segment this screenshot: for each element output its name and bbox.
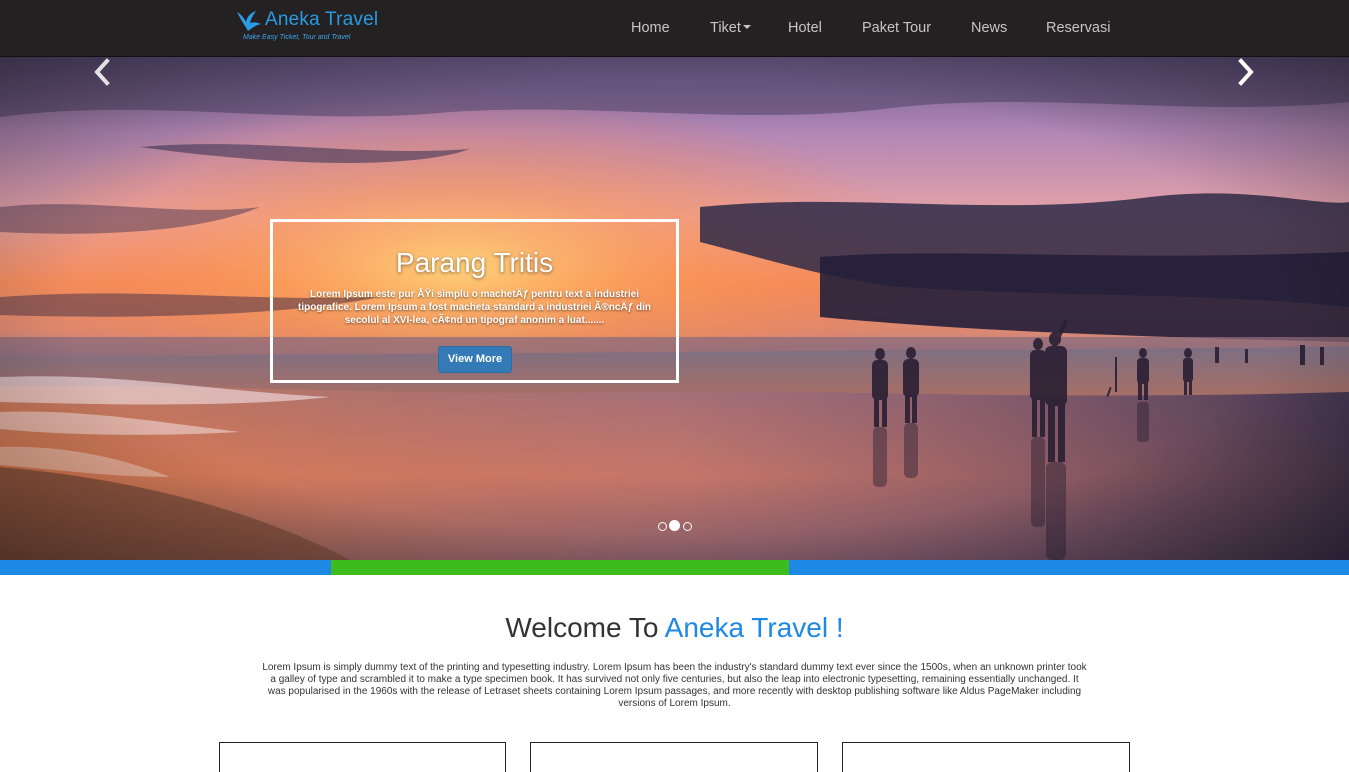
- brand-logo[interactable]: Aneka Travel Make Easy Ticket, Tour and …: [236, 9, 386, 47]
- welcome-heading: Welcome To Aneka Travel !: [0, 612, 1349, 644]
- feature-card: [219, 742, 506, 772]
- nav-news[interactable]: News: [971, 20, 1007, 36]
- stripe-segment: [789, 560, 1349, 575]
- nav-reservasi-label: Reservasi: [1046, 20, 1111, 36]
- nav-home[interactable]: Home: [631, 20, 670, 36]
- slide-caption: Parang Tritis Lorem Ipsum este pur ÅŸi s…: [270, 219, 679, 383]
- nav-home-label: Home: [631, 20, 670, 36]
- nav-hotel-label: Hotel: [788, 20, 822, 36]
- nav-tiket[interactable]: Tiket: [710, 20, 751, 36]
- stripe-segment: [0, 560, 331, 575]
- chevron-left-icon[interactable]: [88, 57, 118, 87]
- nav-tiket-label: Tiket: [710, 20, 741, 36]
- feature-card: [530, 742, 818, 772]
- caret-down-icon: [742, 25, 751, 30]
- top-navbar: Aneka Travel Make Easy Ticket, Tour and …: [0, 0, 1349, 57]
- chevron-right-icon[interactable]: [1230, 57, 1260, 87]
- welcome-text: Lorem Ipsum is simply dummy text of the …: [262, 662, 1087, 709]
- slide-text: Lorem Ipsum este pur ÅŸi simplu o machet…: [298, 289, 651, 326]
- feature-card: [842, 742, 1130, 772]
- brand-tagline: Make Easy Ticket, Tour and Travel: [243, 34, 351, 41]
- nav-reservasi[interactable]: Reservasi: [1046, 20, 1110, 36]
- nav-paket-tour[interactable]: Paket Tour: [862, 20, 931, 36]
- stripe-segment: [331, 560, 789, 575]
- slide-title: Parang Tritis: [395, 247, 554, 278]
- nav-news-label: News: [971, 20, 1008, 36]
- bird-icon: [237, 11, 261, 31]
- carousel-indicator[interactable]: [658, 522, 667, 531]
- view-more-button[interactable]: View More: [438, 346, 512, 373]
- nav-paket-tour-label: Paket Tour: [862, 20, 932, 36]
- brand-name: Aneka Travel: [265, 9, 379, 30]
- nav-hotel[interactable]: Hotel: [788, 20, 822, 36]
- carousel-indicator[interactable]: [683, 522, 692, 531]
- welcome-heading-prefix: Welcome To: [505, 612, 665, 643]
- carousel-indicator-active[interactable]: [669, 520, 680, 531]
- welcome-heading-accent: Aneka Travel !: [664, 612, 844, 643]
